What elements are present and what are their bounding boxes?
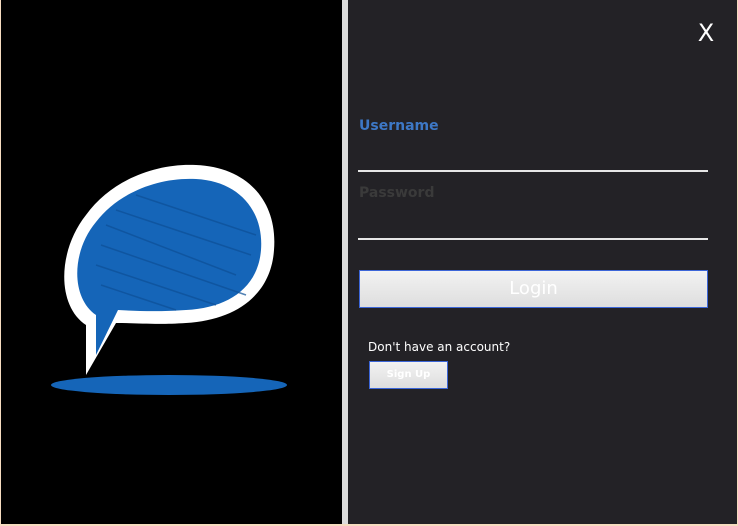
login-window: X Username Password Login Don't have an …	[1, 0, 737, 524]
username-label: Username	[359, 118, 439, 134]
login-panel: X Username Password Login Don't have an …	[348, 0, 737, 524]
close-button[interactable]: X	[695, 18, 717, 48]
password-label: Password	[359, 185, 435, 201]
logo-shadow	[51, 375, 287, 395]
login-button[interactable]: Login	[359, 270, 708, 308]
signup-button[interactable]: Sign Up	[369, 361, 448, 389]
chat-bubble-icon	[51, 164, 287, 395]
username-input[interactable]	[358, 146, 708, 172]
branding-panel	[1, 0, 342, 524]
password-input[interactable]	[358, 214, 708, 240]
account-prompt: Don't have an account?	[368, 340, 511, 354]
